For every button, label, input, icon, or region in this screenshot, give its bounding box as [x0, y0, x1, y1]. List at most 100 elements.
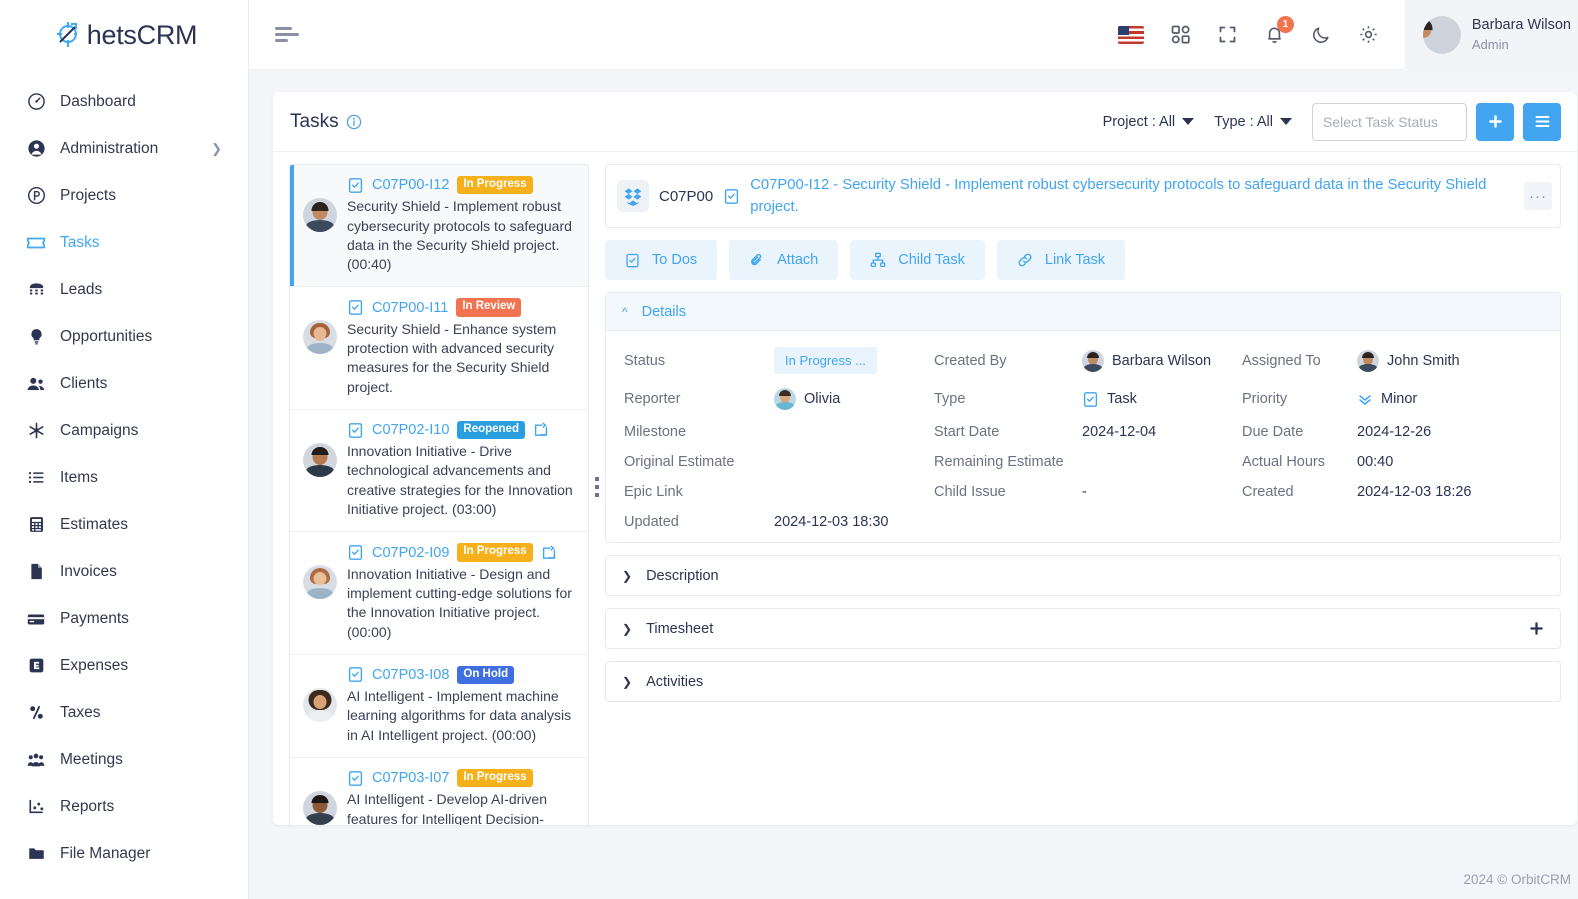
- todos-button[interactable]: To Dos: [605, 240, 718, 281]
- due-date-value: 2024-12-26: [1357, 424, 1432, 441]
- task-key[interactable]: C07P00-I12: [372, 177, 449, 193]
- attach-label: Attach: [777, 252, 819, 269]
- attach-button[interactable]: Attach: [729, 240, 839, 281]
- sidebar-item-projects[interactable]: Projects: [0, 172, 248, 219]
- timesheet-panel[interactable]: ❯ Timesheet: [605, 608, 1561, 650]
- task-check-icon: [347, 422, 364, 439]
- sidebar-item-file-manager[interactable]: File Manager: [0, 830, 248, 877]
- task-key[interactable]: C07P02-I10: [372, 422, 449, 438]
- activities-panel[interactable]: ❯ Activities: [605, 661, 1561, 703]
- sidebar-item-clients[interactable]: Clients: [0, 360, 248, 407]
- fullscreen-icon[interactable]: [1217, 24, 1238, 45]
- chevron-up-icon: ^: [622, 304, 628, 319]
- profile-role: Admin: [1471, 36, 1509, 52]
- info-icon[interactable]: [346, 114, 362, 130]
- created-label: Created: [1242, 484, 1294, 501]
- epic-link-label: Epic Link: [624, 484, 683, 501]
- assigned-to-value: John Smith: [1357, 349, 1542, 372]
- task-header: C07P00-I12 In Progress: [347, 176, 576, 195]
- avatar: [303, 565, 337, 600]
- link-icon: [1017, 252, 1033, 268]
- chevron-down-icon: [1182, 118, 1195, 125]
- task-header: C07P00-I11 In Review: [347, 298, 576, 317]
- link-task-button[interactable]: Link Task: [996, 240, 1126, 281]
- percent-icon: [26, 703, 46, 723]
- apps-grid-icon[interactable]: [1170, 24, 1191, 45]
- task-check-icon: [1082, 391, 1099, 408]
- chart-icon: [26, 797, 46, 817]
- add-task-button[interactable]: [1476, 102, 1514, 141]
- task-key[interactable]: C07P03-I08: [372, 667, 449, 683]
- task-more-options-button[interactable]: ···: [1524, 182, 1552, 211]
- task-key[interactable]: C07P03-I07: [372, 770, 449, 786]
- task-list-item[interactable]: C07P02-I10 Reopened Innovation Initiativ…: [290, 410, 588, 533]
- chevron-down-icon: [1280, 118, 1292, 125]
- description-panel[interactable]: ❯ Description: [605, 555, 1561, 597]
- topbar-icons: 1: [1117, 16, 1405, 45]
- gear-icon[interactable]: [1358, 24, 1379, 45]
- flag-us-icon[interactable]: [1117, 25, 1144, 44]
- topbar: 1 Barbara Wilson Admin: [249, 0, 1578, 70]
- sidebar-nav: Dashboard Administration ❯ Projects Task…: [0, 70, 248, 899]
- created-by-label: Created By: [934, 352, 1007, 369]
- add-timesheet-icon[interactable]: [1529, 621, 1544, 636]
- sidebar-item-label: Dashboard: [60, 92, 136, 110]
- chevron-right-icon: ❯: [211, 140, 222, 156]
- original-estimate-label: Original Estimate: [624, 454, 735, 471]
- sidebar-item-leads[interactable]: Leads: [0, 266, 248, 313]
- speedometer-icon: [26, 92, 46, 112]
- task-content: C07P02-I09 In Progress Innovation Initia…: [347, 543, 576, 641]
- sidebar-item-estimates[interactable]: Estimates: [0, 501, 248, 548]
- sidebar-item-items[interactable]: Items: [0, 454, 248, 501]
- sidebar-item-expenses[interactable]: Expenses: [0, 642, 248, 689]
- todos-label: To Dos: [652, 252, 698, 269]
- task-list-item[interactable]: C07P00-I11 In Review Security Shield - E…: [290, 287, 588, 410]
- reporter-value: Olivia: [774, 388, 934, 411]
- sidebar-item-tasks[interactable]: Tasks: [0, 219, 248, 266]
- task-key[interactable]: C07P02-I09: [372, 545, 449, 561]
- task-header: C07P02-I10 Reopened: [347, 420, 576, 440]
- task-list-item[interactable]: C07P00-I12 In Progress Security Shield -…: [290, 165, 588, 288]
- project-filter[interactable]: Project : All: [1103, 114, 1195, 130]
- sidebar-item-dashboard[interactable]: Dashboard: [0, 78, 248, 125]
- task-list-item[interactable]: C07P02-I09 In Progress Innovation Initia…: [290, 532, 588, 655]
- brand-logo-area[interactable]: hetsCRM: [0, 0, 248, 70]
- hamburger-icon[interactable]: [275, 24, 305, 45]
- user-profile-menu[interactable]: Barbara Wilson Admin: [1404, 0, 1578, 70]
- document-icon: [26, 562, 46, 582]
- sidebar-item-campaigns[interactable]: Campaigns: [0, 407, 248, 454]
- footer: 2024 © OrbitCRM: [249, 860, 1578, 899]
- link-task-label: Link Task: [1044, 252, 1106, 269]
- bell-icon[interactable]: 1: [1264, 16, 1294, 45]
- task-check-icon: [723, 188, 740, 205]
- task-list-item[interactable]: C07P03-I07 In Progress AI Intelligent - …: [290, 758, 588, 825]
- task-check-icon: [347, 666, 364, 683]
- details-accordion-header[interactable]: ^ Details: [606, 293, 1560, 332]
- moon-icon[interactable]: [1311, 24, 1332, 45]
- tasks-card-body: C07P00-I12 In Progress Security Shield -…: [273, 152, 1577, 825]
- task-key[interactable]: C07P00-I11: [372, 300, 448, 316]
- updated-value: 2024-12-03 18:30: [774, 514, 889, 531]
- sidebar-item-reports[interactable]: Reports: [0, 783, 248, 830]
- type-text: Task: [1107, 391, 1137, 408]
- status-badge: On Hold: [457, 665, 515, 685]
- sidebar-item-label: Reports: [60, 797, 115, 815]
- sidebar-item-opportunities[interactable]: Opportunities: [0, 313, 248, 360]
- task-status-search-input[interactable]: [1312, 102, 1467, 141]
- child-task-button[interactable]: Child Task: [850, 240, 985, 281]
- avatar: [303, 320, 337, 355]
- task-list-item[interactable]: C07P03-I08 On Hold AI Intelligent - Impl…: [290, 655, 588, 759]
- start-date-value: 2024-12-04: [1082, 424, 1157, 441]
- status-badge: In Progress: [457, 176, 533, 195]
- sidebar-item-administration[interactable]: Administration ❯: [0, 125, 248, 172]
- task-list-view-button[interactable]: [1523, 102, 1561, 141]
- sidebar-item-payments[interactable]: Payments: [0, 595, 248, 642]
- status-badge[interactable]: In Progress ...: [774, 347, 877, 375]
- task-title[interactable]: C07P00-I12 - Security Shield - Implement…: [750, 174, 1514, 218]
- type-label: Type: [934, 391, 966, 408]
- sidebar-item-taxes[interactable]: Taxes: [0, 689, 248, 736]
- sidebar-item-invoices[interactable]: Invoices: [0, 548, 248, 595]
- panel-resize-handle[interactable]: [589, 164, 605, 809]
- sidebar-item-meetings[interactable]: Meetings: [0, 736, 248, 783]
- type-filter[interactable]: Type : All: [1214, 114, 1292, 130]
